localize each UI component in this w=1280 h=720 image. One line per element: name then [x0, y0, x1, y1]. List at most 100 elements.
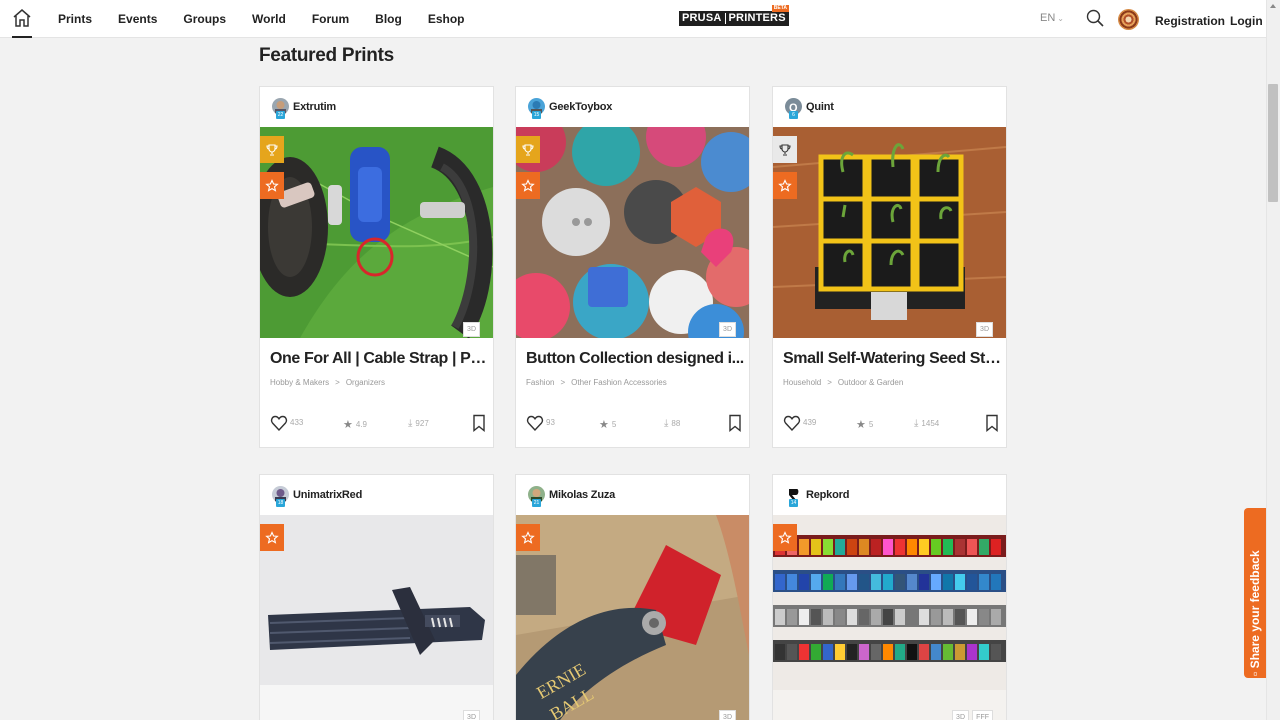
heart-icon[interactable] [783, 414, 801, 432]
site-logo[interactable]: PRUSA PRINTERS BETA [679, 5, 789, 27]
print-thumbnail[interactable]: 3D [773, 127, 1006, 338]
author-level-badge: 14 [789, 499, 798, 507]
print-stats: 439 ★ 5 ⤓ 1454 [783, 414, 999, 434]
star-outline-icon [265, 530, 279, 544]
language-selector[interactable]: EN ⌄ [1040, 12, 1064, 24]
breadcrumb: Hobby & Makers > Organizers [270, 378, 385, 387]
print-card[interactable]: 21 Mikolas Zuza ERNIE BALL 3D [515, 474, 750, 720]
star-icon: ★ [599, 419, 609, 431]
print-card[interactable]: 18 UnimatrixRed 3D [259, 474, 494, 720]
download-count: 88 [671, 419, 681, 428]
feedback-label[interactable]: ▫ Share your feedback [1248, 516, 1262, 676]
search-icon[interactable] [1086, 9, 1104, 27]
star-icon: ★ [343, 419, 353, 431]
star-outline-icon [778, 178, 792, 192]
breadcrumb-separator: > [827, 378, 832, 387]
author-name[interactable]: GeekToybox [549, 101, 612, 113]
author-level-badge: 22 [276, 111, 285, 119]
registration-link[interactable]: Registration [1155, 14, 1225, 28]
download-icon: ⤓ [664, 418, 669, 429]
chevron-down-icon: ⌄ [1057, 14, 1064, 23]
scroll-up-arrow-icon[interactable] [1270, 4, 1276, 8]
heart-icon[interactable] [270, 414, 288, 432]
nav-blog[interactable]: Blog [375, 12, 402, 26]
nav-eshop[interactable]: Eshop [428, 12, 465, 26]
print-thumbnail[interactable]: 3D [260, 127, 493, 338]
author-level-badge: 21 [532, 499, 541, 507]
star-outline-icon [778, 530, 792, 544]
3d-tag: 3D [719, 322, 736, 337]
author-name[interactable]: Repkord [806, 489, 849, 501]
author-level-badge: 15 [532, 111, 541, 119]
print-card[interactable]: 15 GeekToybox 3D Button Collection desig… [515, 86, 750, 448]
like-count: 433 [290, 418, 304, 427]
fff-tag: FFF [972, 710, 993, 720]
print-thumbnail[interactable]: ERNIE BALL 3D [516, 515, 749, 720]
scrollbar-thumb[interactable] [1268, 84, 1278, 202]
print-thumbnail[interactable]: 3D [260, 515, 493, 720]
trophy-badge [260, 136, 284, 163]
print-card[interactable]: Q 6 Quint 3D Small Self-Watering Seed St… [772, 86, 1007, 448]
rating-value: 4.9 [355, 420, 367, 429]
like-count: 93 [546, 418, 555, 427]
3d-tag: 3D [463, 710, 480, 720]
section-title: Featured Prints [259, 45, 394, 66]
print-title[interactable]: Button Collection designed i... [526, 350, 744, 368]
print-thumbnail[interactable]: 3D [516, 127, 749, 338]
login-link[interactable]: Login [1230, 14, 1263, 28]
print-card[interactable]: 22 Extrutim 3D One For All | Cable Strap… [259, 86, 494, 448]
subcategory-link[interactable]: Outdoor & Garden [838, 378, 903, 387]
category-link[interactable]: Hobby & Makers [270, 378, 329, 387]
downloads: ⤓ 1454 [914, 418, 939, 429]
featured-badge [516, 524, 540, 551]
subcategory-link[interactable]: Organizers [346, 378, 385, 387]
author-name[interactable]: UnimatrixRed [293, 489, 362, 501]
author-name[interactable]: Extrutim [293, 101, 336, 113]
featured-badge [773, 524, 797, 551]
logo-text-left: PRUSA [682, 12, 722, 24]
3d-tag: 3D [719, 710, 736, 720]
bookmark-icon[interactable] [985, 414, 999, 432]
star-outline-icon [265, 178, 279, 192]
star-outline-icon [521, 178, 535, 192]
thumbnail-image [260, 515, 493, 720]
print-title[interactable]: Small Self-Watering Seed Sta... [783, 350, 1001, 368]
trophy-badge [773, 136, 797, 163]
rating: ★ 5 [856, 418, 873, 431]
nav-events[interactable]: Events [118, 12, 157, 26]
trophy-badge [516, 136, 540, 163]
nav-prints[interactable]: Prints [58, 12, 92, 26]
trophy-icon [266, 143, 278, 156]
trophy-icon [522, 143, 534, 156]
breadcrumb-separator: > [560, 378, 566, 387]
print-thumbnail[interactable]: 3D FFF [773, 515, 1006, 720]
nav-world[interactable]: World [252, 12, 286, 26]
rating: ★ 4.9 [343, 418, 367, 431]
3d-tag: 3D [976, 322, 993, 337]
category-link[interactable]: Fashion [526, 378, 554, 387]
print-card[interactable]: 14 Repkord 3D FFF [772, 474, 1007, 720]
nav-groups[interactable]: Groups [183, 12, 226, 26]
feedback-text: Share your feedback [1248, 550, 1262, 669]
author-name[interactable]: Mikolas Zuza [549, 489, 615, 501]
bookmark-icon[interactable] [728, 414, 742, 432]
rating-value: 5 [868, 420, 874, 429]
breadcrumb-separator: > [335, 378, 340, 387]
home-icon[interactable] [12, 8, 32, 28]
nav-forum[interactable]: Forum [312, 12, 349, 26]
user-avatar[interactable] [1118, 9, 1139, 30]
breadcrumb: Fashion > Other Fashion Accessories [526, 378, 667, 387]
category-link[interactable]: Household [783, 378, 821, 387]
thumbnail-image [516, 127, 749, 338]
star-icon: ★ [856, 419, 866, 431]
thumbnail-image [773, 515, 1006, 720]
author-name[interactable]: Quint [806, 101, 834, 113]
bookmark-icon[interactable] [472, 414, 486, 432]
subcategory-link[interactable]: Other Fashion Accessories [571, 378, 667, 387]
download-count: 927 [415, 419, 429, 428]
download-icon: ⤓ [914, 418, 919, 429]
featured-badge [516, 172, 540, 199]
heart-icon[interactable] [526, 414, 544, 432]
print-title[interactable]: One For All | Cable Strap | Prin... [270, 350, 488, 368]
3d-tag: 3D [952, 710, 969, 720]
